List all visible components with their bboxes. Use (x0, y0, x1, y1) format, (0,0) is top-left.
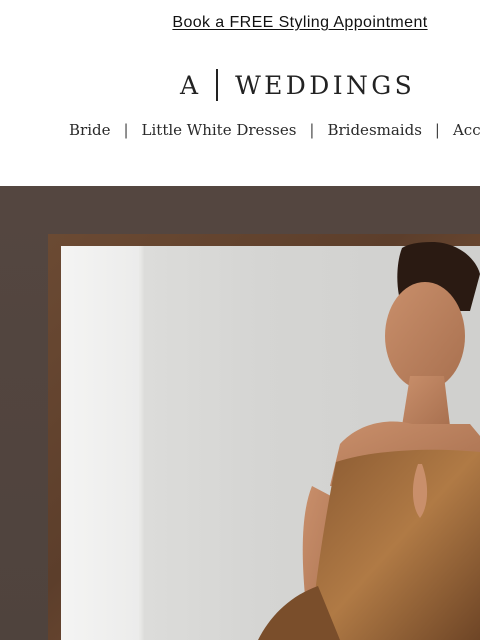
nav-divider: | (123, 121, 129, 139)
nav-item-accessories[interactable]: Acces (453, 121, 480, 139)
nav-item-bride[interactable]: Bride (69, 121, 110, 139)
nav-divider: | (309, 121, 315, 139)
page: Book a FREE Styling Appointment A WEDDIN… (0, 0, 480, 640)
logo-letter: A (180, 70, 200, 100)
hero-banner[interactable] (0, 186, 480, 640)
model-image (258, 242, 480, 640)
nav-divider: | (434, 121, 440, 139)
nav-item-little-white-dresses[interactable]: Little White Dresses (142, 121, 297, 139)
brand-logo[interactable]: A WEDDINGS (180, 68, 415, 102)
main-nav: Bride | Little White Dresses | Bridesmai… (69, 121, 480, 139)
logo-wordmark: WEDDINGS (235, 70, 416, 100)
styling-appointment-link[interactable]: Book a FREE Styling Appointment (172, 14, 427, 31)
nav-item-bridesmaids[interactable]: Bridesmaids (327, 121, 421, 139)
promo-banner: Book a FREE Styling Appointment (0, 14, 480, 32)
logo-divider (216, 69, 219, 101)
